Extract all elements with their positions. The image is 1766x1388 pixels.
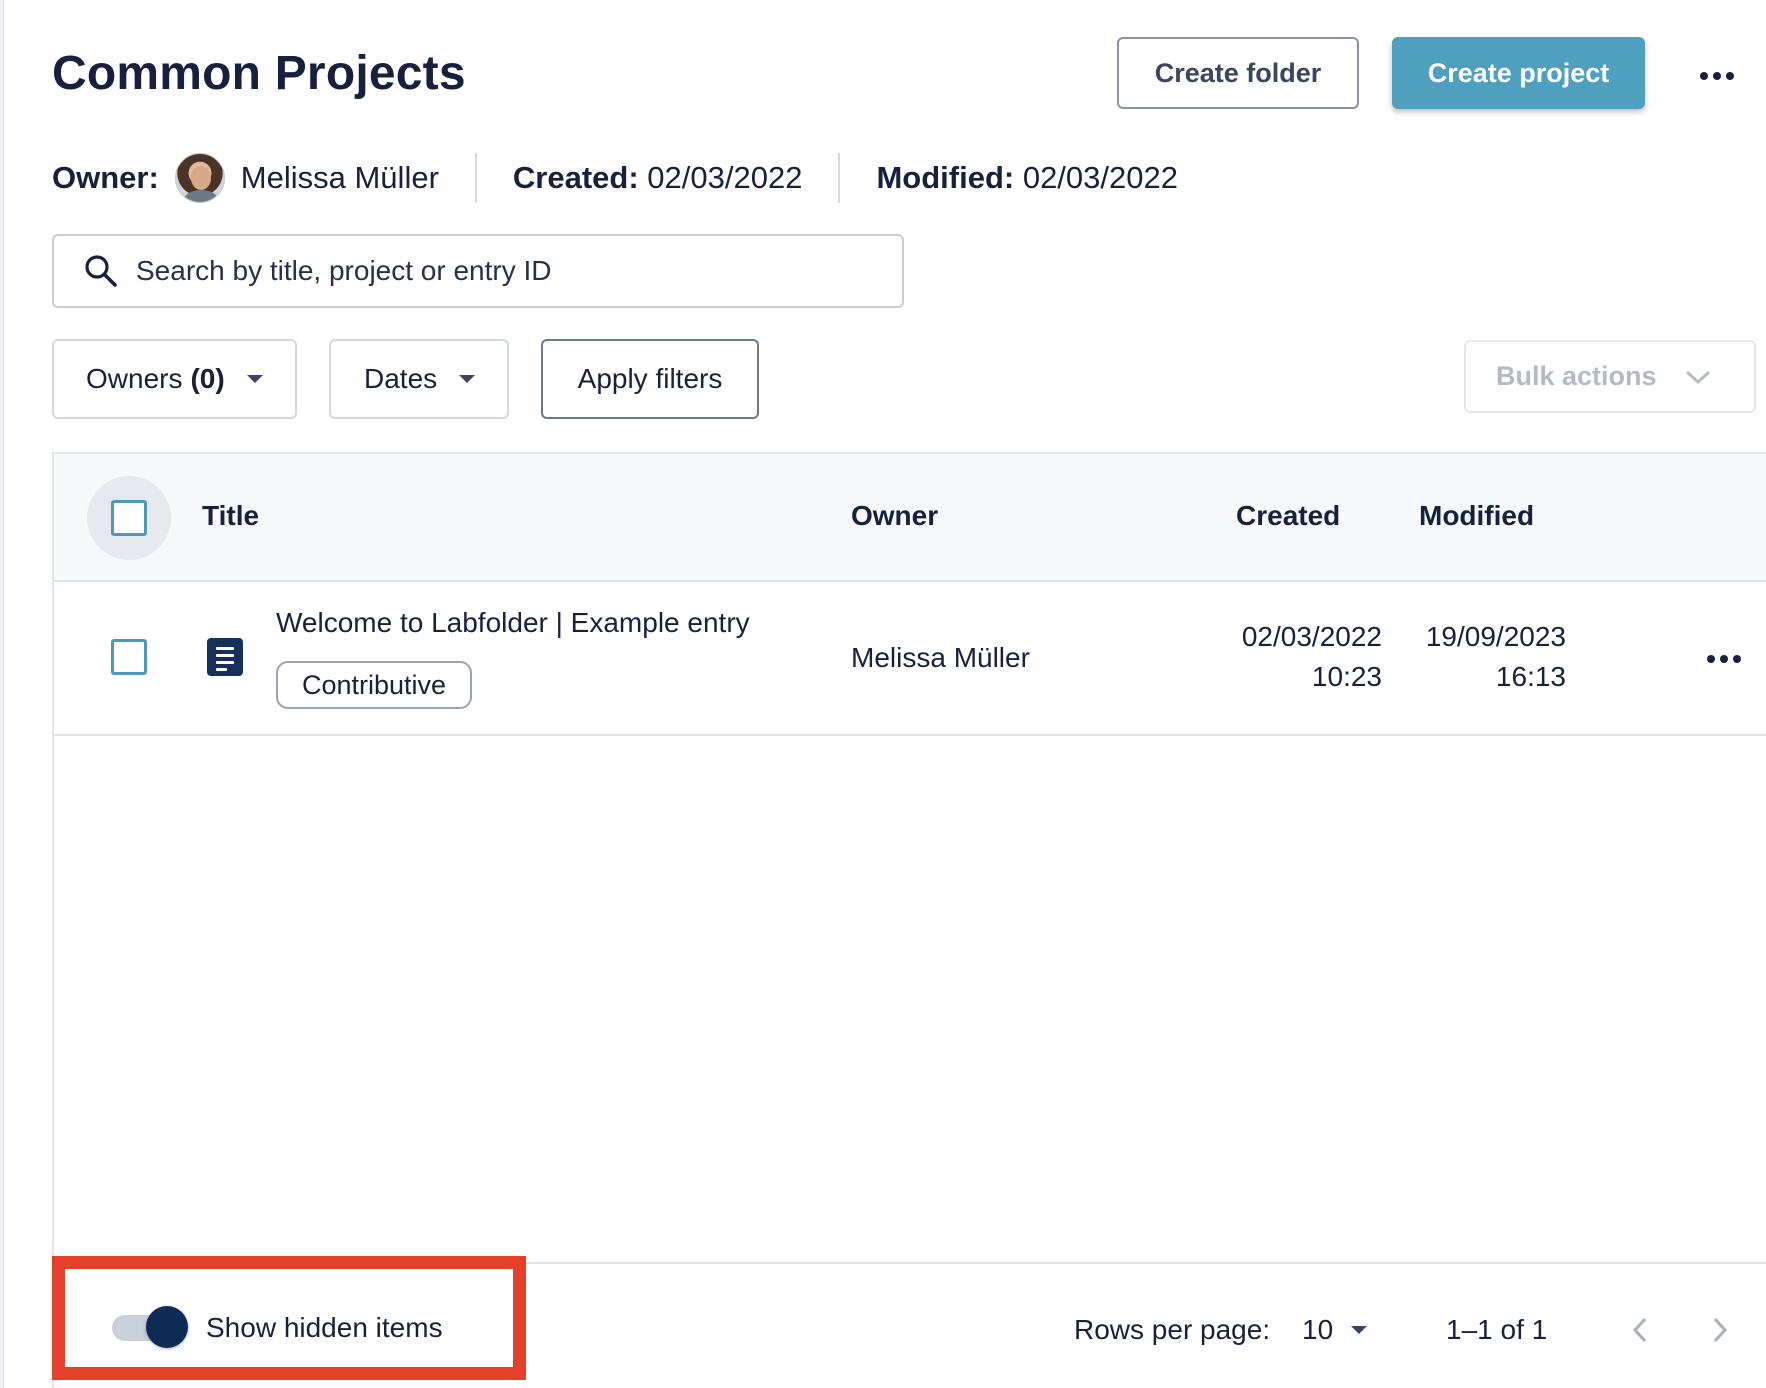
more-options-icon[interactable] xyxy=(1693,58,1741,94)
row-checkbox[interactable] xyxy=(87,615,171,699)
chevron-down-icon xyxy=(1685,370,1710,384)
row-owner: Melissa Müller xyxy=(851,642,1030,673)
row-created: 02/03/2022 10:23 xyxy=(1214,617,1382,697)
next-page-button[interactable] xyxy=(1698,1308,1742,1352)
create-project-button[interactable]: Create project xyxy=(1392,37,1645,109)
avatar xyxy=(174,153,225,203)
modified-date: 19/09/2023 xyxy=(1425,621,1566,652)
owner-label: Owner: xyxy=(52,160,159,195)
row-modified: 19/09/2023 16:13 xyxy=(1402,617,1566,697)
rows-per-page-value: 10 xyxy=(1302,1314,1334,1345)
owner-name: Melissa Müller xyxy=(240,160,439,195)
page-title: Common Projects xyxy=(52,47,466,100)
rows-per-page-select[interactable]: 10 xyxy=(1302,1308,1368,1352)
select-all-checkbox[interactable] xyxy=(87,476,171,560)
row-more-options-icon[interactable] xyxy=(1700,642,1748,676)
search-input[interactable]: Search by title, project or entry ID xyxy=(52,234,904,308)
document-icon[interactable] xyxy=(207,638,243,676)
modified-value: 02/03/2022 xyxy=(1022,160,1178,195)
contributive-tag: Contributive xyxy=(276,661,473,709)
created-date: 02/03/2022 xyxy=(1241,621,1382,652)
caret-down-icon xyxy=(1351,1326,1368,1334)
table-footer: Show hidden items Rows per page: 10 1–1 … xyxy=(54,1262,1766,1388)
created-time: 10:23 xyxy=(1311,661,1382,692)
column-header-owner[interactable]: Owner xyxy=(851,500,938,532)
caret-down-icon xyxy=(459,375,476,383)
previous-page-button[interactable] xyxy=(1618,1308,1662,1352)
dates-filter-dropdown[interactable]: Dates xyxy=(329,339,509,419)
rows-per-page-label: Rows per page: xyxy=(1074,1314,1271,1345)
create-folder-button[interactable]: Create folder xyxy=(1117,37,1359,109)
chevron-left-icon xyxy=(1632,1317,1647,1343)
pagination-range: 1–1 of 1 xyxy=(1446,1314,1548,1345)
entry-title-link[interactable]: Welcome to Labfolder | Example entry xyxy=(276,607,750,639)
table-row[interactable]: Welcome to Labfolder | Example entry Con… xyxy=(54,582,1766,736)
created-label: Created: xyxy=(512,160,639,195)
meta-divider xyxy=(838,153,841,203)
project-meta: Owner: Melissa Müller Created: 02/03/202… xyxy=(52,150,1178,206)
column-header-modified[interactable]: Modified xyxy=(1419,500,1534,532)
search-placeholder: Search by title, project or entry ID xyxy=(136,255,552,286)
apply-filters-button[interactable]: Apply filters xyxy=(541,339,759,419)
column-header-created[interactable]: Created xyxy=(1236,500,1340,532)
entries-table: Title Owner Created Modified Welcome to … xyxy=(52,452,1766,1388)
bulk-actions-button[interactable]: Bulk actions xyxy=(1464,340,1756,413)
owners-filter-dropdown[interactable]: Owners (0) xyxy=(52,339,297,419)
modified-label: Modified: xyxy=(876,160,1015,195)
column-header-title[interactable]: Title xyxy=(202,500,259,532)
caret-down-icon xyxy=(246,375,263,383)
left-panel-edge xyxy=(0,0,4,1388)
owners-filter-label: Owners xyxy=(86,363,183,394)
table-header: Title Owner Created Modified xyxy=(54,454,1766,582)
owners-filter-count: (0) xyxy=(190,363,225,394)
dates-filter-label: Dates xyxy=(364,363,438,394)
show-hidden-toggle[interactable] xyxy=(112,1306,188,1350)
bulk-actions-label: Bulk actions xyxy=(1496,361,1657,391)
meta-divider xyxy=(474,153,477,203)
show-hidden-label: Show hidden items xyxy=(206,1312,443,1343)
search-icon xyxy=(85,255,117,287)
chevron-right-icon xyxy=(1713,1317,1728,1343)
modified-time: 16:13 xyxy=(1495,661,1566,692)
created-value: 02/03/2022 xyxy=(647,160,803,195)
